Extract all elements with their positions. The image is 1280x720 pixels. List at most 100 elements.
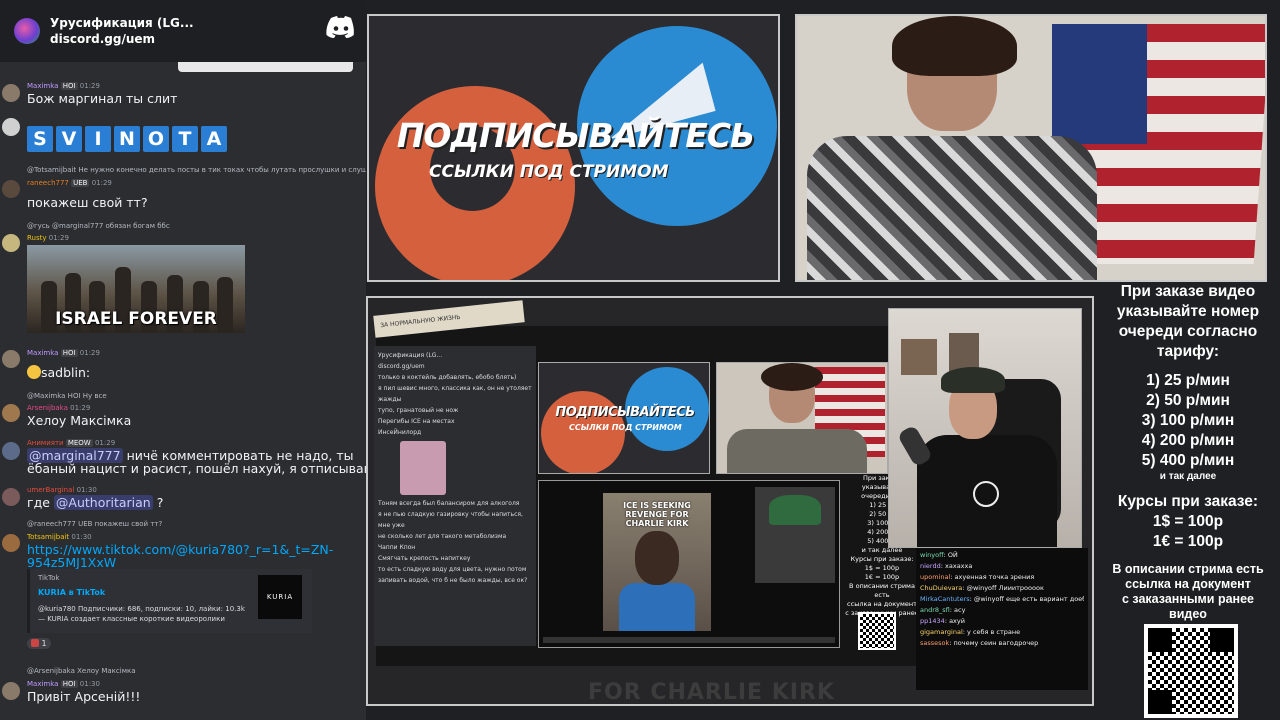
link-embed[interactable]: TikTok KURIA в TikTok @kuria780 Подписчи… <box>27 569 312 633</box>
embed-description: @kuria780 Подписчики: 686, подписки: 10,… <box>38 605 245 623</box>
timestamp: 01:29 <box>48 234 69 242</box>
reply-preview[interactable]: @Maximka HOI Ну все <box>27 392 107 400</box>
badge: MEOW <box>65 439 93 447</box>
video-caption: ICE IS SEEKING REVENGE FOR CHARLIE KIRK <box>623 501 691 528</box>
avatar[interactable] <box>2 84 20 102</box>
nested-chat-line: я пил шевис много, классика как, он не у… <box>378 385 532 403</box>
streamer-cap <box>941 367 1005 393</box>
image-caption: ISRAEL FOREVER <box>55 309 217 329</box>
reaction-pill[interactable]: 1 <box>27 638 51 649</box>
document-note-line: с заказанными ранее <box>1121 592 1254 606</box>
message-meta: Rusty 01:29 <box>27 234 69 242</box>
tiktok-link-line2[interactable]: 954z5MJ1XxW <box>27 555 116 570</box>
author-name[interactable]: Totsamijbait <box>27 533 69 541</box>
nested-chat-line: Перегибы ICE на местах <box>378 418 455 425</box>
avatar[interactable] <box>2 404 20 422</box>
letter-tile: N <box>114 126 140 152</box>
letter-tile: S <box>27 126 53 152</box>
nested-promo: ПОДПИСЫВАЙТЕСЬ ССЫЛКИ ПОД СТРИМОМ <box>538 362 710 474</box>
user-mention[interactable]: @Authoritarian <box>53 495 153 510</box>
embed-source: TikTok <box>38 574 60 582</box>
letter-tile: V <box>56 126 82 152</box>
nested-info-line: В описании стрима есть <box>849 582 915 599</box>
discord-logo-icon <box>326 16 354 38</box>
streamer-hair <box>761 363 823 391</box>
avatar[interactable] <box>2 118 20 136</box>
reply-preview[interactable]: @гусь @marginal777 обязан богам ббс <box>27 222 170 230</box>
reply-preview[interactable]: @Totsamijbait Не нужно конечно делать по… <box>27 166 366 174</box>
streamer-hair <box>892 16 1017 76</box>
message-meta: Totsamijbait 01:30 <box>27 533 92 541</box>
embed-title[interactable]: KURIA в TikTok <box>38 588 105 597</box>
avatar[interactable] <box>2 488 20 506</box>
course-rate: 1€ = 100р <box>1152 533 1224 550</box>
nested-chat-line: Урусификация (LG... <box>378 352 443 359</box>
nested-chat-line: Смягчать крепость напиткеу <box>378 555 471 562</box>
twitch-chat-line: gigamarginal: у себя в стране <box>920 628 1021 636</box>
twitch-chat-line: sassesok: почему сеин вагодрочер <box>920 639 1039 647</box>
author-name[interactable]: umerBarginal <box>27 486 74 494</box>
streamer-body <box>807 136 1097 280</box>
avatar[interactable] <box>2 442 20 460</box>
timestamp: 01:29 <box>94 439 116 447</box>
author-name[interactable]: raneech777 <box>27 179 69 187</box>
message-text: Привіт Арсеній!!! <box>27 689 141 704</box>
letter-tile: O <box>143 126 169 152</box>
badge: HOI <box>60 82 78 90</box>
avatar[interactable] <box>2 534 20 552</box>
reaction-emoji-icon <box>31 639 39 647</box>
author-name[interactable]: Анимияти <box>27 439 64 447</box>
twitch-chat-line: MirkaCantuters: @winyoff еще есть вариан… <box>920 595 1084 603</box>
document-note: В описании стрима есть ссылка на докумен… <box>1096 562 1280 622</box>
server-name: Урусификация (LG... <box>50 16 194 30</box>
video-progress-bar[interactable] <box>543 637 835 643</box>
avatar[interactable] <box>2 234 20 252</box>
tariff-item: 3) 100 р/мин <box>1141 412 1235 429</box>
author-name[interactable]: Maximka <box>27 349 58 357</box>
reply-preview[interactable]: @raneech777 UEB покажеш свой тт? <box>27 520 162 528</box>
timestamp: 01:29 <box>79 82 100 90</box>
tariff-item: 1) 25 р/мин <box>1146 372 1230 389</box>
message-text: где @Authoritarian ? <box>27 495 164 510</box>
embed-thumbnail[interactable]: KURIA <box>258 575 302 619</box>
promo-title: ПОДПИСЫВАЙТЕСЬ <box>396 116 755 155</box>
invite-link[interactable]: discord.gg/uem <box>50 32 194 46</box>
avatar[interactable] <box>2 180 20 198</box>
message-meta: Maximka HOI 01:30 <box>27 680 100 688</box>
twitch-chat-line: upominal: ахуенная точка зрения <box>920 573 1035 581</box>
svinota-emoji-letters: SVINOTA <box>27 126 227 152</box>
pinned-bar <box>178 62 353 72</box>
author-name[interactable]: Maximka <box>27 82 58 90</box>
message-meta: umerBarginal 01:30 <box>27 486 97 494</box>
author-name[interactable]: Arsenijbaka <box>27 404 68 412</box>
timestamp: 01:30 <box>71 533 92 541</box>
twitch-chat-line: andr8_sfl: асу <box>920 606 966 614</box>
nested-video-player[interactable]: ICE IS SEEKING REVENGE FOR CHARLIE KIRK <box>538 480 840 648</box>
message-meta: Maximka HOI 01:29 <box>27 349 100 357</box>
document-note-line: В описании стрима есть <box>1112 562 1264 576</box>
nested-promo-title: ПОДПИСЫВАЙТЕСЬ <box>555 405 695 420</box>
timestamp: 01:29 <box>91 179 112 187</box>
avatar[interactable] <box>2 682 20 700</box>
author-name[interactable]: Rusty <box>27 234 47 242</box>
nested-chat-line: Чаппи Кпон <box>378 544 416 551</box>
promo-banner: ПОДПИСЫВАЙТЕСЬ ССЫЛКИ ПОД СТРИМОМ <box>367 14 780 282</box>
timestamp: 01:30 <box>76 486 97 494</box>
video-person-face <box>635 531 679 585</box>
badge: HOI <box>60 349 78 357</box>
qr-code <box>1144 624 1238 718</box>
nested-chat-line: тупо, гранатовый не нож <box>378 407 459 414</box>
author-name[interactable]: Maximka <box>27 680 58 688</box>
reply-preview[interactable]: @Arsenijbaka Хелоу Максімка <box>27 667 136 675</box>
nested-qr-code <box>858 612 896 650</box>
nested-avatar-img <box>400 441 446 495</box>
message-meta: Arsenijbaka 01:29 <box>27 404 90 412</box>
reaction-count: 1 <box>41 639 47 648</box>
attached-image[interactable]: ISRAEL FOREVER <box>27 245 245 333</box>
letter-tile: I <box>85 126 111 152</box>
chat-header: Урусификация (LG... discord.gg/uem <box>0 0 366 62</box>
video-caption-overflow: FOR CHARLIE KIRK <box>588 680 835 705</box>
message-text: Бож маргинал ты слит <box>27 91 178 106</box>
avatar[interactable] <box>2 350 20 368</box>
document-note-line: видео <box>1169 607 1207 621</box>
